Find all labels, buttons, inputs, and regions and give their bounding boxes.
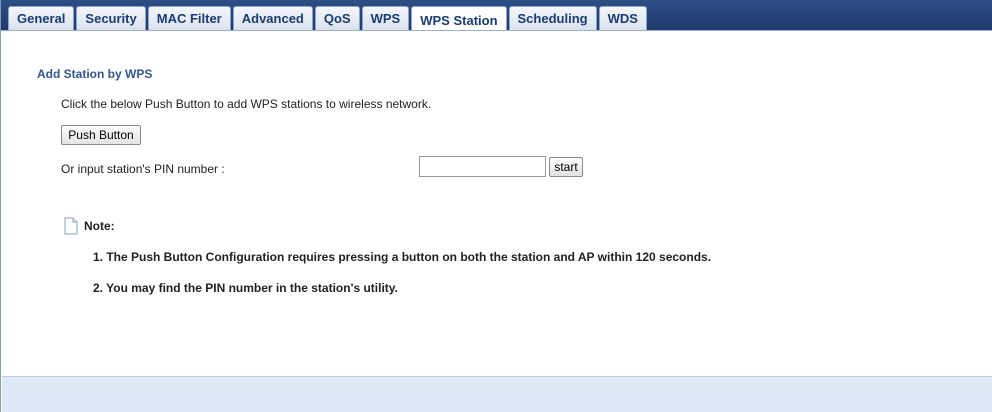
pin-label: Or input station's PIN number :	[61, 162, 225, 176]
footer-bar	[2, 376, 992, 412]
tab-scheduling[interactable]: Scheduling	[508, 6, 597, 30]
tab-qos[interactable]: QoS	[314, 6, 360, 30]
tab-bar-underline	[1, 30, 992, 35]
tab-list: General Security MAC Filter Advanced QoS…	[8, 6, 647, 34]
push-button[interactable]: Push Button	[61, 125, 141, 145]
tab-wds[interactable]: WDS	[598, 6, 647, 30]
tab-advanced[interactable]: Advanced	[232, 6, 313, 30]
page-frame: General Security MAC Filter Advanced QoS…	[0, 0, 992, 412]
tab-security[interactable]: Security	[76, 6, 146, 30]
pin-input[interactable]	[419, 156, 546, 177]
note-title: Note:	[84, 219, 115, 233]
section-description: Click the below Push Button to add WPS s…	[61, 97, 432, 111]
tab-mac-filter[interactable]: MAC Filter	[147, 6, 231, 30]
tab-wps[interactable]: WPS	[361, 6, 410, 30]
section-title: Add Station by WPS	[37, 67, 153, 81]
note-item: 2. You may find the PIN number in the st…	[93, 281, 398, 295]
note-item: 1. The Push Button Configuration require…	[93, 250, 712, 264]
tab-bar: General Security MAC Filter Advanced QoS…	[1, 0, 992, 34]
document-icon	[64, 217, 78, 235]
start-button[interactable]: start	[549, 157, 583, 177]
tab-general[interactable]: General	[8, 6, 75, 30]
